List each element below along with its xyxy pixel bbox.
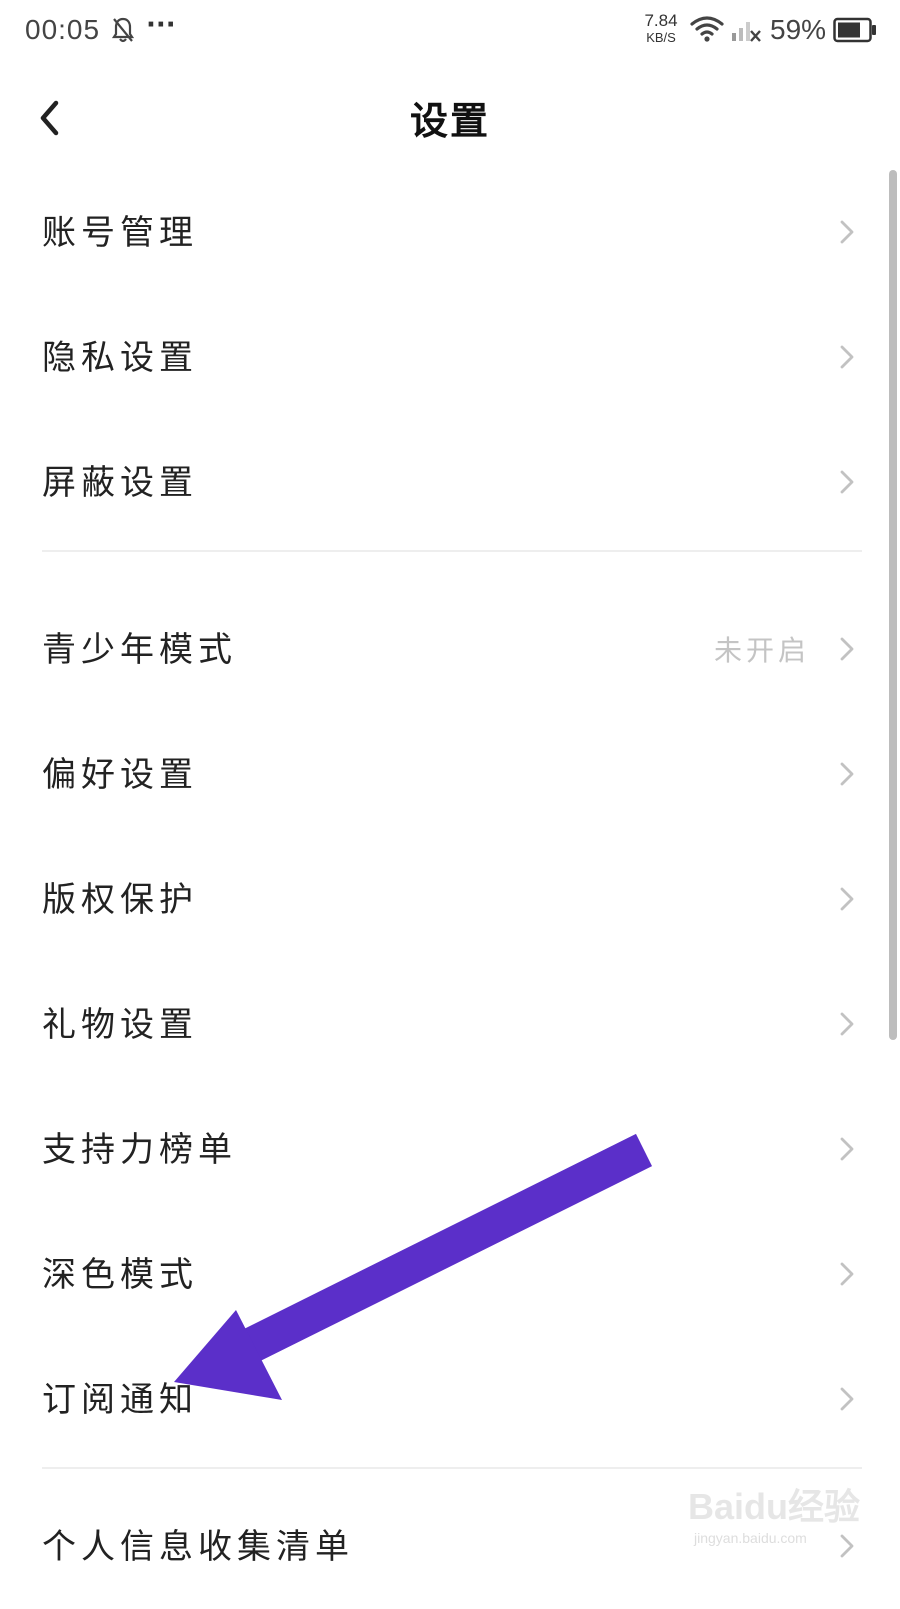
settings-item-support-ranking[interactable]: 支持力榜单 xyxy=(0,1087,900,1212)
more-notifications-icon: ··· xyxy=(146,10,176,40)
battery-percent: 59% xyxy=(770,14,827,45)
chevron-right-icon xyxy=(838,467,856,501)
settings-item-label: 屏蔽设置 xyxy=(42,463,198,503)
settings-item-dark-mode[interactable]: 深色模式 xyxy=(0,1212,900,1337)
chevron-right-icon xyxy=(838,217,856,251)
cellular-signal-icon xyxy=(730,14,762,48)
network-speed-value: 7.84 xyxy=(644,11,678,30)
settings-item-gifts[interactable]: 礼物设置 xyxy=(0,962,900,1087)
network-speed-unit: KB/S xyxy=(646,30,676,45)
settings-item-label: 偏好设置 xyxy=(42,755,198,795)
settings-item-label: 账号管理 xyxy=(42,213,198,253)
settings-item-account[interactable]: 账号管理 xyxy=(0,170,900,295)
wifi-icon xyxy=(690,14,724,48)
app-header: 设置 xyxy=(0,70,900,160)
settings-item-label: 青少年模式 xyxy=(42,630,237,670)
settings-list: 账号管理 隐私设置 屏蔽设置 青少年模式 未开启 偏好设置 版权保护 礼物设置 … xyxy=(0,170,900,1609)
settings-item-teen-mode[interactable]: 青少年模式 未开启 xyxy=(0,587,900,712)
battery-icon xyxy=(833,17,877,47)
status-bar: 00:05 ··· 7.84 KB/S 59% xyxy=(0,0,900,64)
settings-item-label: 深色模式 xyxy=(42,1255,198,1295)
page-title: 设置 xyxy=(409,98,490,143)
settings-item-label: 版权保护 xyxy=(42,880,198,920)
settings-item-status: 未开启 xyxy=(713,634,810,667)
settings-item-label: 个人信息收集清单 xyxy=(42,1527,354,1567)
status-time: 00:05 xyxy=(25,14,101,45)
settings-item-subscription-notice[interactable]: 订阅通知 xyxy=(0,1337,900,1462)
settings-item-label: 礼物设置 xyxy=(42,1005,198,1045)
chevron-right-icon xyxy=(838,884,856,918)
watermark-logo: Baidu经验 xyxy=(688,1486,861,1527)
chevron-right-icon xyxy=(838,1009,856,1043)
chevron-right-icon xyxy=(838,342,856,376)
settings-item-block[interactable]: 屏蔽设置 xyxy=(0,420,900,545)
chevron-right-icon xyxy=(838,1259,856,1293)
chevron-right-icon xyxy=(838,759,856,793)
settings-item-privacy[interactable]: 隐私设置 xyxy=(0,295,900,420)
watermark-url: jingyan.baidu.com xyxy=(694,1530,807,1546)
chevron-right-icon xyxy=(838,634,856,668)
network-speed: 7.84 KB/S xyxy=(638,12,684,46)
settings-item-preferences[interactable]: 偏好设置 xyxy=(0,712,900,837)
settings-item-label: 隐私设置 xyxy=(42,338,198,378)
settings-item-label: 支持力榜单 xyxy=(42,1130,237,1170)
baidu-jingyan-watermark: Baidu经验 jingyan.baidu.com xyxy=(688,1478,863,1588)
bell-muted-icon xyxy=(111,16,135,48)
chevron-right-icon xyxy=(838,1384,856,1418)
settings-item-copyright[interactable]: 版权保护 xyxy=(0,837,900,962)
chevron-right-icon xyxy=(838,1134,856,1168)
settings-item-label: 订阅通知 xyxy=(42,1380,198,1420)
